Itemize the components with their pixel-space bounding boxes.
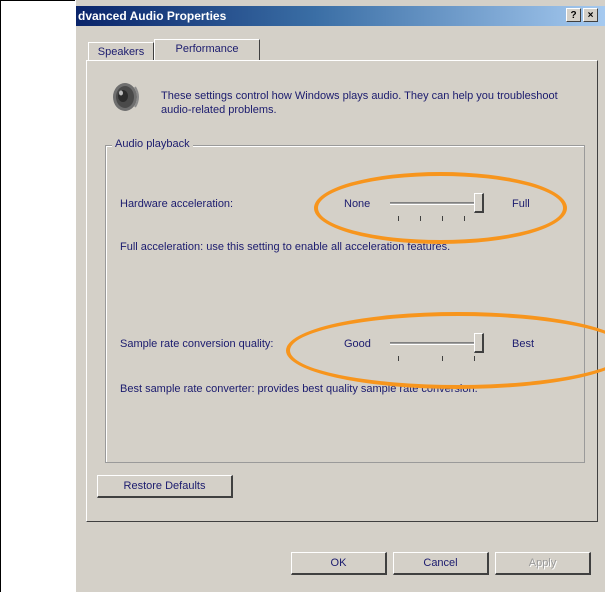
slider-track <box>390 202 484 205</box>
slider-tick <box>442 356 443 361</box>
title-bar[interactable]: dvanced Audio Properties ? × <box>76 6 605 26</box>
sample-rate-slider[interactable] <box>390 330 484 364</box>
sample-rate-label: Sample rate conversion quality: <box>120 338 274 350</box>
slider-thumb[interactable] <box>474 333 484 353</box>
group-label: Audio playback <box>112 138 193 150</box>
hardware-description: Full acceleration: use this setting to e… <box>120 241 451 253</box>
sample-rate-description: Best sample rate converter: provides bes… <box>120 383 478 395</box>
close-button[interactable]: × <box>583 8 598 22</box>
document-frame-left <box>0 0 1 592</box>
performance-tab-panel: These settings control how Windows plays… <box>86 60 605 522</box>
slider-track <box>390 342 484 345</box>
slider-tick <box>398 216 399 221</box>
tab-performance[interactable]: Performance <box>154 39 260 60</box>
slider-tick <box>398 356 399 361</box>
sample-rate-min-label: Good <box>344 338 371 350</box>
hardware-min-label: None <box>344 198 371 210</box>
help-button[interactable]: ? <box>566 8 581 22</box>
apply-button[interactable]: Apply <box>495 552 591 575</box>
audio-playback-group: Audio playback Hardware acceleration: No… <box>105 138 605 463</box>
intro-text: These settings control how Windows plays… <box>161 90 558 116</box>
slider-tick <box>474 356 475 361</box>
slider-tick <box>420 216 421 221</box>
window-title: dvanced Audio Properties <box>78 9 227 23</box>
tab-speakers[interactable]: Speakers <box>88 42 154 60</box>
slider-tick <box>464 216 465 221</box>
hardware-max-label: Full <box>512 198 530 210</box>
restore-defaults-button[interactable]: Restore Defaults <box>97 475 233 498</box>
cancel-button[interactable]: Cancel <box>393 552 489 575</box>
ok-button[interactable]: OK <box>291 552 387 575</box>
sample-rate-max-label: Best <box>512 338 535 350</box>
advanced-audio-properties-dialog: dvanced Audio Properties ? × Speakers Pe… <box>75 0 605 592</box>
hardware-acceleration-label: Hardware acceleration: <box>120 198 234 210</box>
slider-thumb[interactable] <box>474 193 484 213</box>
speaker-icon <box>109 79 143 116</box>
slider-tick <box>442 216 443 221</box>
hardware-acceleration-slider[interactable] <box>390 190 484 224</box>
